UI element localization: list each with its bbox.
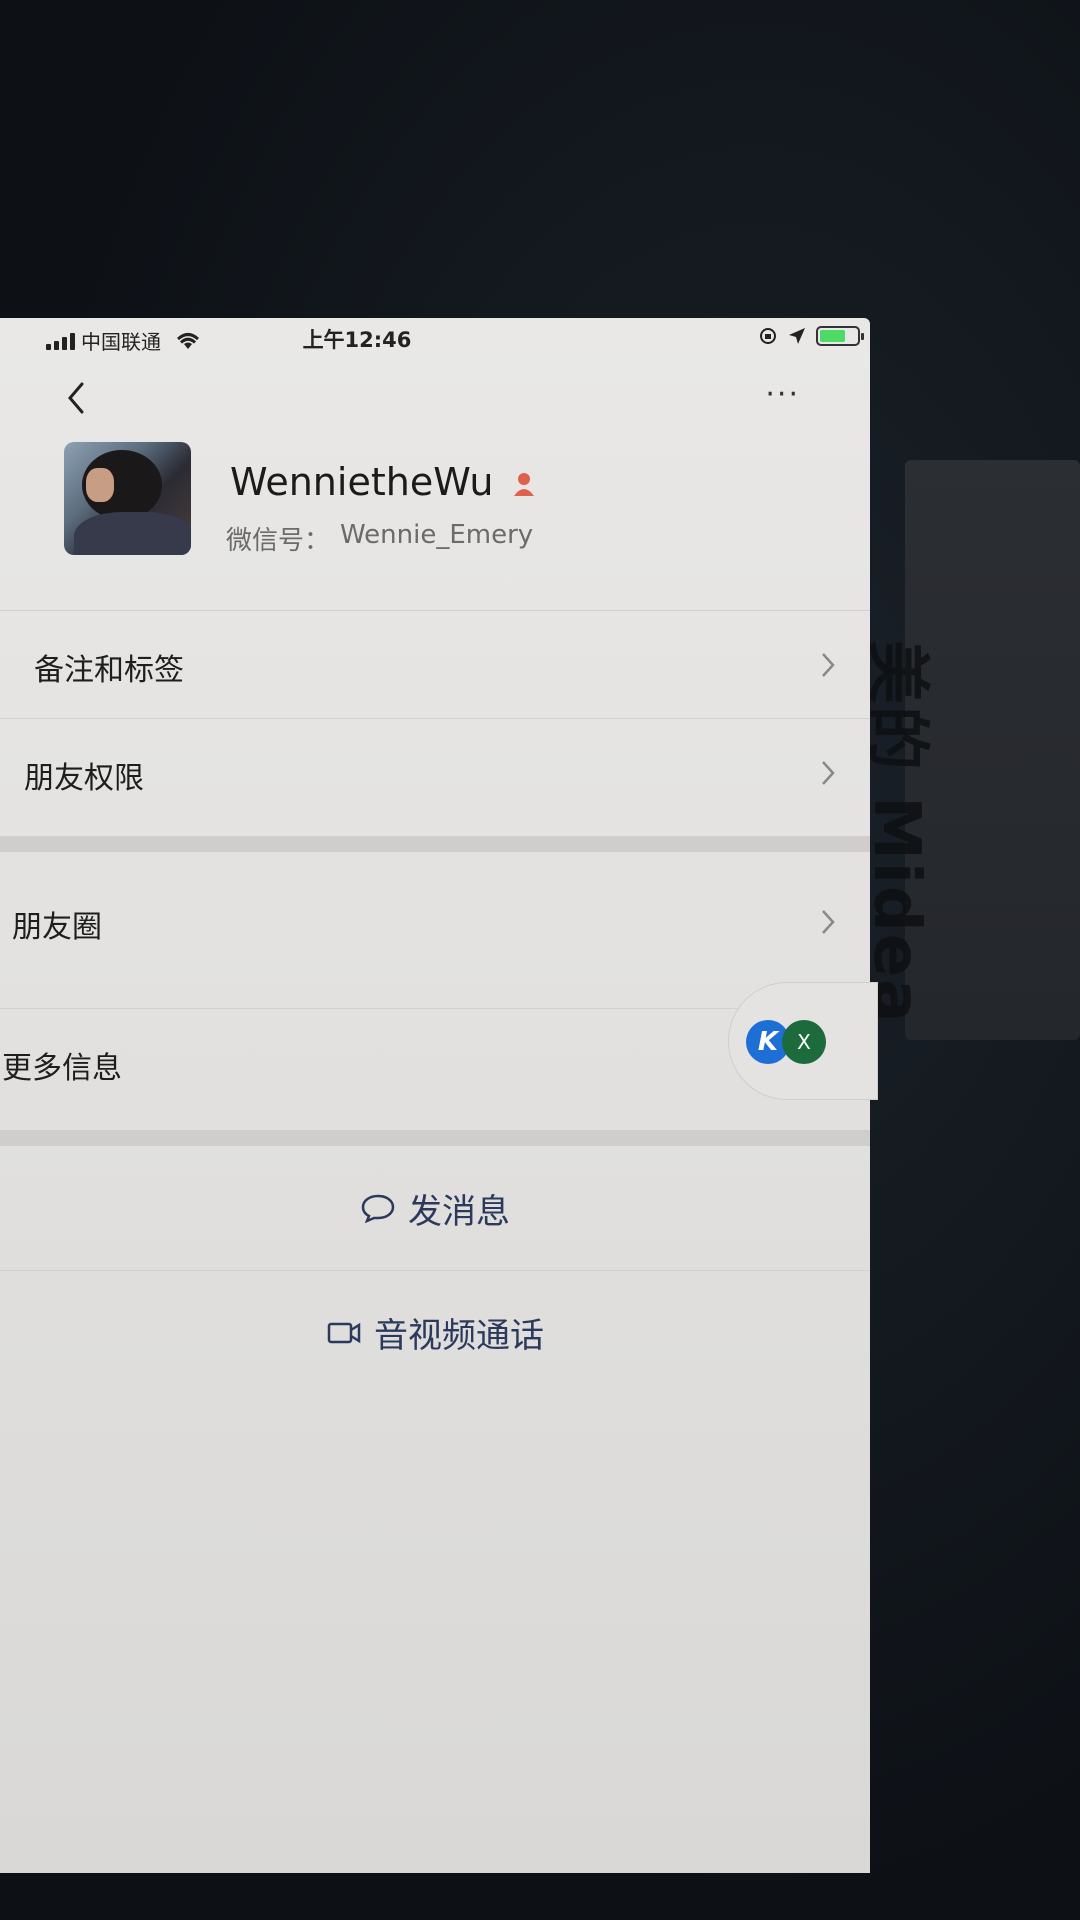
- avatar[interactable]: [64, 442, 191, 555]
- menu-item-label: 备注和标签: [34, 653, 184, 688]
- chevron-right-icon: [822, 910, 835, 934]
- orientation-lock-icon: [760, 328, 776, 344]
- menu-item-remark-tags[interactable]: 备注和标签: [0, 610, 870, 718]
- section-separator: [0, 836, 870, 852]
- send-message-button[interactable]: 发消息: [0, 1146, 870, 1270]
- phone-screen: 中国联通 上午12:46 ··· WenniethеWu 微信号： Wennie…: [0, 318, 870, 1873]
- location-icon: [789, 328, 805, 344]
- av-call-label: 音视频通话: [374, 1316, 544, 1356]
- floating-close-icon[interactable]: X: [782, 1020, 826, 1064]
- wechat-id-label: 微信号：: [226, 526, 331, 556]
- video-camera-icon: [327, 1322, 361, 1343]
- menu-item-moments[interactable]: 朋友圈: [0, 868, 870, 976]
- status-bar: 中国联通 上午12:46: [0, 318, 870, 360]
- nav-bar: ···: [0, 360, 870, 430]
- menu-item-friend-permissions[interactable]: 朋友权限: [0, 718, 870, 826]
- wechat-id-value: Wennie_Emery: [340, 520, 534, 550]
- battery-icon: [816, 326, 864, 346]
- photo-scene: 美的 Midea 中国联通 上午12:46 ··· WenniethеWu 微信…: [0, 0, 1080, 1920]
- status-time: 上午12:46: [302, 328, 412, 352]
- section-separator: [0, 1130, 870, 1146]
- av-call-button[interactable]: 音视频通话: [0, 1270, 870, 1394]
- more-button[interactable]: ···: [765, 380, 800, 410]
- profile-header: WenniethеWu 微信号： Wennie_Emery: [0, 430, 870, 590]
- profile-name: WenniethеWu: [230, 460, 494, 504]
- menu-item-label: 更多信息: [2, 1051, 122, 1086]
- chevron-right-icon: [822, 653, 835, 677]
- menu-item-label: 朋友圈: [12, 910, 102, 945]
- back-button[interactable]: [62, 378, 92, 418]
- female-icon: [514, 473, 534, 496]
- send-message-label: 发消息: [408, 1191, 510, 1232]
- menu-item-label: 朋友权限: [24, 761, 144, 796]
- chat-bubble-icon: [361, 1194, 395, 1223]
- chevron-right-icon: [822, 761, 835, 785]
